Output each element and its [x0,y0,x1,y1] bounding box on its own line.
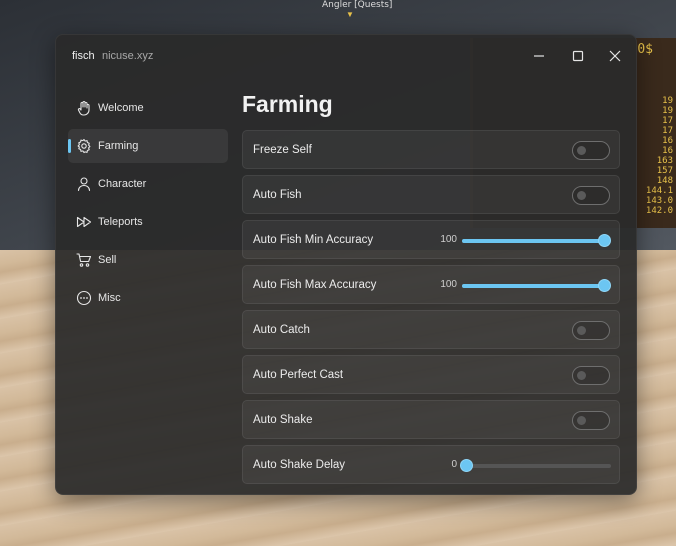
sidebar-item-welcome[interactable]: Welcome [68,91,228,125]
slider-value: 100 [440,279,457,290]
toggle-knob [577,416,586,425]
freeze-self-toggle[interactable] [572,141,610,160]
board-line: 157 [656,166,673,176]
min-accuracy-slider[interactable] [462,234,611,247]
board-line: 19 [662,106,673,116]
close-button[interactable] [604,45,626,67]
sidebar-item-label: Misc [98,292,121,304]
setting-row-auto-catch: Auto Catch [242,310,620,349]
setting-label: Auto Catch [253,324,310,336]
setting-label: Auto Perfect Cast [253,369,344,381]
max-accuracy-slider[interactable] [462,279,611,292]
setting-row-auto-shake-delay: Auto Shake Delay 0 [242,445,620,484]
toggle-knob [577,326,586,335]
active-indicator [68,139,71,153]
title-bar[interactable]: fisch nicuse.xyz [56,35,636,77]
setting-label: Auto Shake [253,414,313,426]
setting-label: Auto Shake Delay [253,459,346,471]
maximize-button[interactable] [567,45,589,67]
setting-label: Auto Fish Max Accuracy [253,279,377,291]
close-icon [609,50,621,62]
toggle-knob [577,191,586,200]
slider-value: 0 [451,459,457,470]
toggle-knob [577,146,586,155]
slider-fill [462,239,604,243]
sidebar-item-character[interactable]: Character [68,167,228,201]
hand-wave-icon [76,100,92,116]
slider-thumb[interactable] [598,279,611,292]
sidebar-item-sell[interactable]: Sell [68,243,228,277]
gear-icon [76,138,92,154]
sidebar-item-teleports[interactable]: Teleports [68,205,228,239]
npc-marker-icon: ▼ [346,10,354,19]
board-line: 17 [662,126,673,136]
board-line: 17 [662,116,673,126]
auto-shake-toggle[interactable] [572,411,610,430]
person-icon [76,176,92,192]
sidebar-item-label: Character [98,178,147,190]
more-circle-icon [76,290,92,306]
setting-row-auto-shake: Auto Shake [242,400,620,439]
sidebar-item-farming[interactable]: Farming [68,129,228,163]
slider-fill [462,284,604,288]
minimize-icon [534,55,544,57]
sidebar-item-label: Teleports [98,216,143,228]
app-subtitle: nicuse.xyz [102,50,154,62]
board-line: 163 [656,156,673,166]
setting-label: Auto Fish Min Accuracy [253,234,374,246]
board-line: 143.0 [645,196,673,206]
board-line: 16 [662,146,673,156]
setting-row-freeze-self: Freeze Self [242,130,620,169]
sidebar-item-misc[interactable]: Misc [68,281,228,315]
setting-row-auto-fish-max-accuracy: Auto Fish Max Accuracy 100 [242,265,620,304]
fast-forward-icon [76,214,92,230]
auto-perfect-cast-toggle[interactable] [572,366,610,385]
setting-row-auto-fish-min-accuracy: Auto Fish Min Accuracy 100 [242,220,620,259]
slider-value: 100 [440,234,457,245]
setting-row-auto-fish: Auto Fish [242,175,620,214]
sidebar-item-label: Farming [98,140,139,152]
toggle-knob [577,371,586,380]
app-title: fisch [72,50,95,62]
minimize-button[interactable] [528,45,550,67]
board-line: 148 [656,176,673,186]
board-line: 0$ [637,42,653,57]
sidebar-item-label: Sell [98,254,117,266]
setting-label: Freeze Self [253,144,312,156]
sidebar-item-label: Welcome [98,102,144,114]
board-line: 144.1 [645,186,673,196]
setting-row-auto-perfect-cast: Auto Perfect Cast [242,355,620,394]
page-title: Farming [242,91,333,117]
auto-catch-toggle[interactable] [572,321,610,340]
sidebar: Welcome Farming Character Teleports Sell… [68,91,228,319]
slider-thumb[interactable] [598,234,611,247]
slider-thumb[interactable] [460,459,473,472]
settings-list: Freeze Self Auto Fish Auto Fish Min Accu… [242,130,620,490]
cart-icon [76,252,92,268]
board-line: 142.0 [645,206,673,216]
setting-label: Auto Fish [253,189,302,201]
shake-delay-slider[interactable] [460,459,611,472]
auto-fish-toggle[interactable] [572,186,610,205]
game-npc-label: Angler [Quests] [322,0,393,10]
maximize-icon [572,50,584,62]
script-window: fisch nicuse.xyz Welcome Farming Charact… [55,34,637,495]
board-line: 16 [662,136,673,146]
board-line: 19 [662,96,673,106]
